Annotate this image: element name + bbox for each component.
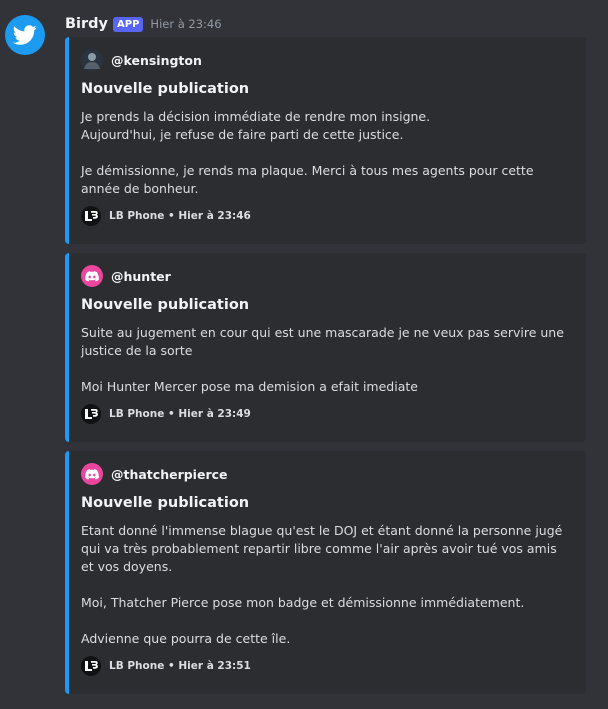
embed-author: @kensington: [81, 49, 572, 71]
message-timestamp[interactable]: Hier à 23:46: [150, 17, 221, 31]
profile-photo-icon: [81, 49, 103, 71]
bird-icon: [13, 25, 37, 45]
embed-author: @thatcherpierce: [81, 463, 572, 485]
app-badge: APP: [113, 16, 144, 32]
embed-description: Etant donné l'immense blague qu'est le D…: [81, 522, 572, 648]
bot-avatar[interactable]: [5, 15, 45, 55]
footer-text: LB Phone • Hier à 23:49: [109, 408, 251, 420]
embed-hunter: @hunter Nouvelle publication Suite au ju…: [65, 253, 586, 442]
author-name[interactable]: @kensington: [111, 53, 202, 68]
embed-title: Nouvelle publication: [81, 297, 250, 313]
lb-logo-icon: [81, 656, 101, 676]
lb-logo-icon: [81, 404, 101, 424]
embed-description: Suite au jugement en cour qui est une ma…: [81, 324, 572, 396]
embed-author: @hunter: [81, 265, 572, 287]
embed-footer: LB Phone • Hier à 23:46: [81, 206, 572, 226]
bot-message: Birdy APP Hier à 23:46 @kensington Nouve…: [0, 0, 608, 709]
discord-icon: [81, 463, 103, 485]
bot-username[interactable]: Birdy: [65, 16, 108, 32]
footer-text: LB Phone • Hier à 23:46: [109, 210, 251, 222]
lb-logo-icon: [81, 206, 101, 226]
footer-text: LB Phone • Hier à 23:51: [109, 660, 251, 672]
author-name[interactable]: @hunter: [111, 269, 171, 284]
embed-footer: LB Phone • Hier à 23:51: [81, 656, 572, 676]
desc-paragraph: Moi, Thatcher Pierce pose mon badge et d…: [81, 595, 525, 610]
desc-paragraph: Moi Hunter Mercer pose ma demision a efa…: [81, 379, 418, 394]
desc-line: Je prends la décision immédiate de rendr…: [81, 109, 431, 124]
embed-title: Nouvelle publication: [81, 81, 250, 97]
author-name[interactable]: @thatcherpierce: [111, 467, 228, 482]
embed-description: Je prends la décision immédiate de rendr…: [81, 108, 572, 198]
message-header: Birdy APP Hier à 23:46: [65, 14, 222, 34]
desc-paragraph: Etant donné l'immense blague qu'est le D…: [81, 523, 563, 574]
desc-paragraph: Suite au jugement en cour qui est une ma…: [81, 325, 564, 358]
desc-paragraph: Je démissionne, je rends ma plaque. Merc…: [81, 163, 534, 196]
desc-paragraph: Advienne que pourra de cette île.: [81, 631, 291, 646]
embed-footer: LB Phone • Hier à 23:49: [81, 404, 572, 424]
discord-icon: [81, 265, 103, 287]
embed-title: Nouvelle publication: [81, 495, 250, 511]
desc-line: Aujourd'hui, je refuse de faire parti de…: [81, 127, 404, 142]
embed-thatcherpierce: @thatcherpierce Nouvelle publication Eta…: [65, 451, 586, 694]
embed-kensington: @kensington Nouvelle publication Je pren…: [65, 37, 586, 244]
